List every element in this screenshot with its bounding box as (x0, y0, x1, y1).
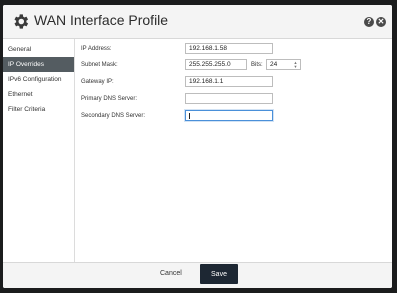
sidebar-item-filter-criteria[interactable]: Filter Criteria (3, 102, 74, 117)
cancel-button[interactable]: Cancel (160, 270, 182, 277)
subnet-mask-label: Subnet Mask: (81, 62, 118, 68)
gear-icon (14, 14, 29, 29)
save-button[interactable]: Save (200, 264, 238, 284)
subnet-mask-input[interactable] (185, 59, 247, 70)
sidebar-item-label: IPv6 Configuration (8, 76, 62, 83)
gateway-ip-label: Gateway IP: (81, 79, 114, 85)
sidebar-item-ipv6-configuration[interactable]: IPv6 Configuration (3, 72, 74, 87)
dialog-footer: Cancel Save (3, 262, 392, 288)
dialog-title-bar: WAN Interface Profile ? ✕ (3, 5, 392, 39)
sidebar-item-label: Filter Criteria (8, 106, 46, 113)
gateway-ip-input[interactable] (185, 76, 273, 87)
close-circle-icon[interactable]: ✕ (376, 17, 386, 27)
ip-address-input[interactable] (185, 43, 273, 54)
sidebar-item-ethernet[interactable]: Ethernet (3, 87, 74, 102)
bits-stepper[interactable]: 24 ▲ ▼ (266, 59, 301, 70)
ip-address-label: IP Address: (81, 46, 112, 52)
sidebar-item-label: Ethernet (8, 91, 33, 98)
primary-dns-input[interactable] (185, 93, 273, 104)
sidebar-item-label: IP Overrides (8, 61, 45, 68)
secondary-dns-input[interactable] (185, 110, 273, 121)
sidebar-nav: General IP Overrides IPv6 Configuration … (3, 39, 75, 263)
wan-interface-profile-dialog: WAN Interface Profile ? ✕ General IP Ove… (3, 5, 392, 288)
secondary-dns-label: Secondary DNS Server: (81, 113, 146, 119)
ip-overrides-panel: IP Address: Subnet Mask: Bits: 24 ▲▼ Gat… (75, 39, 392, 263)
primary-dns-label: Primary DNS Server: (81, 96, 138, 102)
spinner-arrows-icon[interactable]: ▲ ▼ (293, 61, 298, 69)
text-caret (189, 113, 190, 119)
question-circle-icon[interactable]: ? (364, 17, 374, 27)
bits-value: 24 (270, 61, 278, 68)
sidebar-item-ip-overrides[interactable]: IP Overrides (3, 57, 74, 72)
sidebar-item-label: General (8, 46, 32, 53)
bits-label: Bits: (251, 62, 263, 68)
dialog-title: WAN Interface Profile (34, 12, 169, 28)
sidebar-item-general[interactable]: General (3, 42, 74, 57)
